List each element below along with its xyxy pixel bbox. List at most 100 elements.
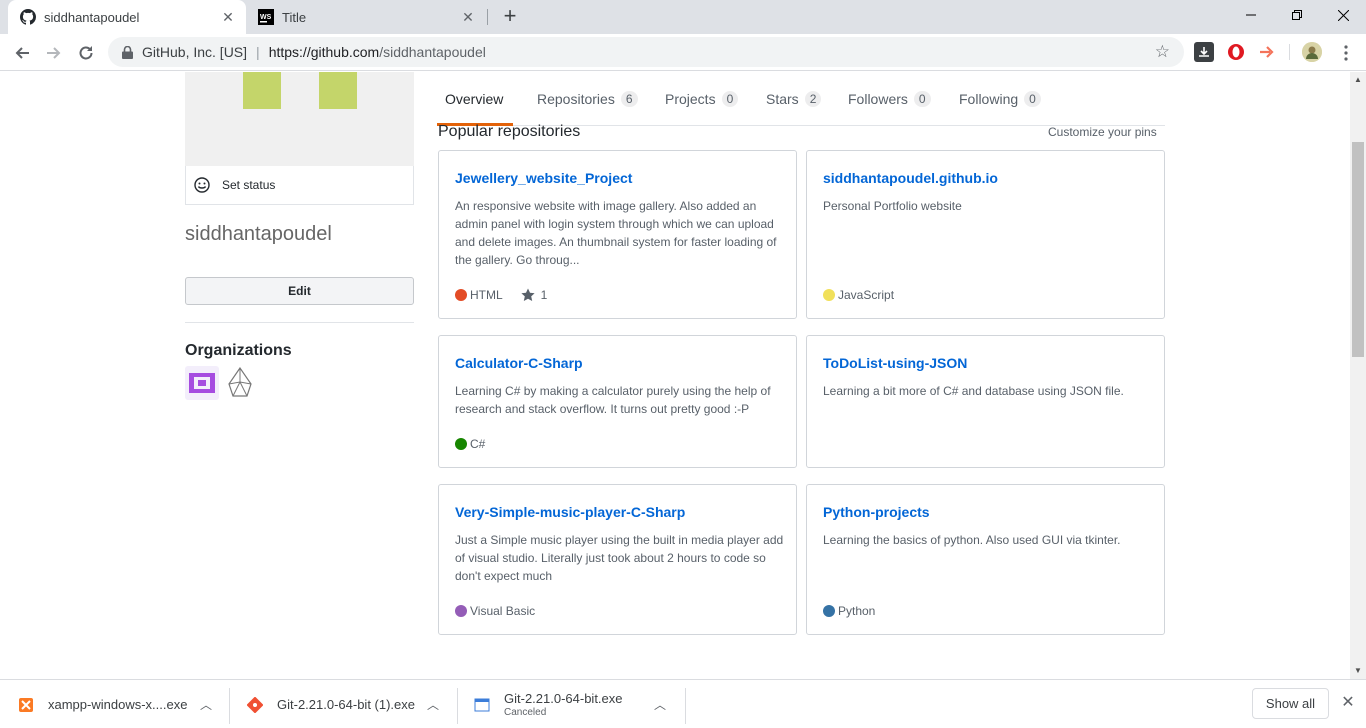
close-icon[interactable]: ✕ <box>460 9 476 25</box>
download-item[interactable]: Git-2.21.0-64-bit.exe Canceled ︿ <box>456 680 684 728</box>
back-button[interactable] <box>8 39 36 67</box>
close-window-button[interactable] <box>1320 0 1366 30</box>
language-color-dot <box>823 289 835 301</box>
download-filename: Git-2.21.0-64-bit (1).exe <box>277 697 416 712</box>
download-filename: Git-2.21.0-64-bit.exe <box>504 691 623 706</box>
tab-followers[interactable]: Followers 0 <box>848 89 931 109</box>
repo-link[interactable]: Very-Simple-music-player-C-Sharp <box>455 504 685 520</box>
avatar-pixel <box>243 72 281 109</box>
repo-meta: Python <box>823 604 875 618</box>
svg-text:WS: WS <box>260 14 272 21</box>
download-extension-icon[interactable] <box>1194 42 1214 62</box>
minimize-button[interactable] <box>1228 0 1274 30</box>
repo-link[interactable]: Python-projects <box>823 504 930 520</box>
repo-meta: HTML 1 <box>455 288 547 302</box>
menu-kebab-icon[interactable] <box>1334 39 1358 67</box>
tab-count: 0 <box>721 91 739 107</box>
restore-button[interactable] <box>1274 0 1320 30</box>
git-icon <box>247 696 263 713</box>
tab-title: Title <box>282 9 307 25</box>
tab-label: Overview <box>445 91 504 107</box>
chevron-up-icon[interactable]: ︿ <box>427 696 439 713</box>
download-item[interactable]: Git-2.21.0-64-bit (1).exe ︿ <box>229 680 456 728</box>
organization-avatar[interactable] <box>226 366 254 400</box>
opera-extension-icon[interactable] <box>1226 42 1246 62</box>
repo-language: Python <box>838 604 876 618</box>
webstorm-icon: WS <box>258 9 274 25</box>
edit-profile-button[interactable]: Edit <box>185 277 414 305</box>
language-color-dot <box>455 438 467 450</box>
repo-stars-link[interactable]: 1 <box>521 288 548 302</box>
language-color-dot <box>455 605 467 617</box>
tab-stars[interactable]: Stars 2 <box>766 89 822 109</box>
customize-pins-link[interactable]: Customize your pins <box>1048 125 1157 139</box>
organizations-heading: Organizations <box>185 342 292 359</box>
download-shelf: xampp-windows-x....exe ︿ Git-2.21.0-64-b… <box>0 679 1366 728</box>
tab-repositories[interactable]: Repositories 6 <box>537 89 638 109</box>
repo-link[interactable]: ToDoList-using-JSON <box>823 355 967 371</box>
page-scrollbar[interactable]: ▲ ▼ <box>1350 72 1366 679</box>
tab-label: Repositories <box>537 91 615 107</box>
scroll-thumb[interactable] <box>1352 142 1364 357</box>
repo-language: C# <box>470 437 486 451</box>
repo-description: Learning the basics of python. Also used… <box>823 533 1121 547</box>
profile-tab-nav: Overview Repositories 6 Projects 0 Stars… <box>437 72 1165 126</box>
tab-title-page[interactable]: WS Title ✕ <box>246 0 486 34</box>
tab-count: 0 <box>913 91 931 107</box>
github-icon <box>20 9 36 25</box>
organization-avatar[interactable] <box>185 366 219 400</box>
set-status-button[interactable]: Set status <box>185 166 414 205</box>
repo-card: siddhantapoudel.github.io Personal Portf… <box>806 150 1165 319</box>
language-color-dot <box>823 605 835 617</box>
close-icon[interactable]: ✕ <box>1339 694 1357 712</box>
bookmark-star-icon[interactable]: ☆ <box>1155 42 1170 62</box>
tab-count: 0 <box>1024 91 1041 107</box>
site-identity[interactable]: GitHub, Inc. [US] <box>142 44 247 60</box>
tab-count: 2 <box>804 91 822 107</box>
forward-button[interactable] <box>40 39 68 67</box>
tab-siddhantapoudel[interactable]: siddhantapoudel ✕ <box>8 0 246 34</box>
tab-label: Projects <box>665 91 716 107</box>
repo-link[interactable]: Calculator-C-Sharp <box>455 355 583 371</box>
browser-toolbar: GitHub, Inc. [US] | https://github.com /… <box>0 34 1366 71</box>
download-status: Canceled <box>504 707 547 718</box>
new-tab-button[interactable]: + <box>498 5 522 29</box>
repo-description: Personal Portfolio website <box>823 199 962 213</box>
scroll-up-arrow-icon[interactable]: ▲ <box>1354 75 1362 84</box>
download-item[interactable]: xampp-windows-x....exe ︿ <box>0 680 228 728</box>
url-host: https://github.com <box>268 44 380 60</box>
repo-language: JavaScript <box>838 288 895 302</box>
chevron-up-icon[interactable]: ︿ <box>200 696 212 713</box>
repo-link[interactable]: Jewellery_website_Project <box>455 170 632 186</box>
repo-link[interactable]: siddhantapoudel.github.io <box>823 170 998 186</box>
repo-description: An responsive website with image gallery… <box>455 199 777 267</box>
repo-description: Learning C# by making a calculator purel… <box>455 384 771 416</box>
share-extension-icon[interactable] <box>1257 42 1277 62</box>
profile-avatar[interactable] <box>1302 42 1322 62</box>
tab-following[interactable]: Following 0 <box>959 89 1041 109</box>
chevron-up-icon[interactable]: ︿ <box>654 696 666 713</box>
tab-overview[interactable]: Overview <box>445 89 503 109</box>
tab-projects[interactable]: Projects 0 <box>665 89 739 109</box>
page-content: Set status siddhantapoudel Edit Organiza… <box>0 72 1350 679</box>
repo-description: Just a Simple music player using the bui… <box>455 533 784 583</box>
omnibox-divider: | <box>256 44 260 60</box>
tab-label: Followers <box>848 91 908 107</box>
avatar[interactable] <box>185 72 414 166</box>
smiley-icon <box>194 177 210 193</box>
reload-button[interactable] <box>72 39 100 67</box>
lock-icon[interactable] <box>120 45 134 59</box>
repo-card: Very-Simple-music-player-C-Sharp Just a … <box>438 484 797 635</box>
xampp-icon <box>18 697 34 713</box>
set-status-label: Set status <box>222 178 276 192</box>
scroll-down-arrow-icon[interactable]: ▼ <box>1354 666 1362 675</box>
repo-language: Visual Basic <box>470 604 536 618</box>
repo-meta: C# <box>455 437 485 451</box>
repo-star-count: 1 <box>540 288 548 302</box>
close-icon[interactable]: ✕ <box>220 9 236 25</box>
show-all-downloads-button[interactable]: Show all <box>1252 688 1329 719</box>
divider <box>185 322 414 323</box>
address-bar[interactable]: GitHub, Inc. [US] | https://github.com /… <box>108 37 1184 67</box>
tab-separator <box>487 9 488 25</box>
toolbar-separator <box>1289 44 1290 60</box>
